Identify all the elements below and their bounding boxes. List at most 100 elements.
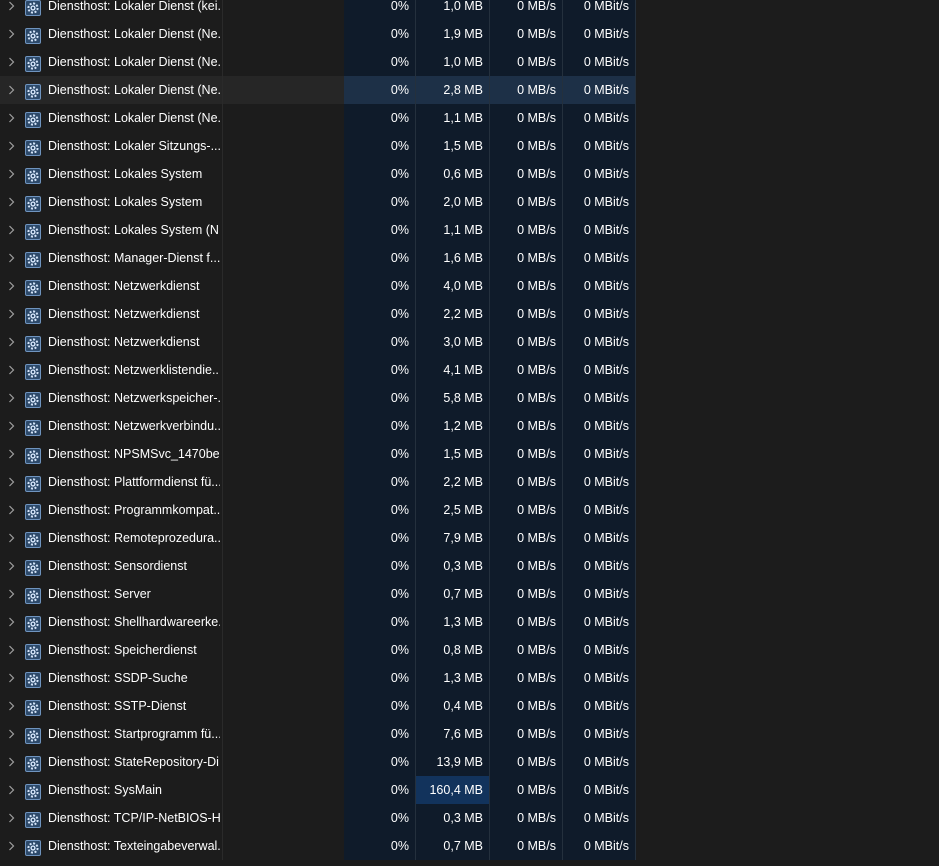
process-list: Diensthost: Lokaler Dienst (kei... 0% 1,… bbox=[0, 0, 939, 860]
memory-cell: 0,3 MB bbox=[416, 804, 490, 832]
process-row[interactable]: Diensthost: Netzwerkdienst 0% 3,0 MB 0 M… bbox=[0, 328, 939, 356]
process-row[interactable]: Diensthost: Netzwerkdienst 0% 4,0 MB 0 M… bbox=[0, 272, 939, 300]
network-cell: 0 MBit/s bbox=[563, 188, 636, 216]
process-row[interactable]: Diensthost: Netzwerkspeicher-... 0% 5,8 … bbox=[0, 384, 939, 412]
chevron-right-icon[interactable] bbox=[7, 468, 17, 496]
disk-cell: 0 MB/s bbox=[490, 524, 563, 552]
chevron-right-icon[interactable] bbox=[7, 580, 17, 608]
process-row[interactable]: Diensthost: Lokales System 0% 0,6 MB 0 M… bbox=[0, 160, 939, 188]
chevron-right-icon[interactable] bbox=[7, 188, 17, 216]
service-gear-icon bbox=[25, 474, 41, 492]
process-row[interactable]: Diensthost: Speicherdienst 0% 0,8 MB 0 M… bbox=[0, 636, 939, 664]
process-row[interactable]: Diensthost: Netzwerklistendie... 0% 4,1 … bbox=[0, 356, 939, 384]
chevron-right-icon[interactable] bbox=[7, 48, 17, 76]
process-row[interactable]: Diensthost: SysMain 0% 160,4 MB 0 MB/s 0… bbox=[0, 776, 939, 804]
process-row[interactable]: Diensthost: Server 0% 0,7 MB 0 MB/s 0 MB… bbox=[0, 580, 939, 608]
network-cell: 0 MBit/s bbox=[563, 552, 636, 580]
process-row[interactable]: Diensthost: Lokaler Dienst (Ne... 0% 1,1… bbox=[0, 104, 939, 132]
memory-cell: 7,6 MB bbox=[416, 720, 490, 748]
chevron-right-icon[interactable] bbox=[7, 244, 17, 272]
process-row[interactable]: Diensthost: NPSMSvc_1470be 0% 1,5 MB 0 M… bbox=[0, 440, 939, 468]
process-row[interactable]: Diensthost: Texteingabeverwal... 0% 0,7 … bbox=[0, 832, 939, 860]
process-row[interactable]: Diensthost: Lokaler Sitzungs-... 0% 1,5 … bbox=[0, 132, 939, 160]
process-name: Diensthost: Speicherdienst bbox=[48, 643, 197, 657]
process-row[interactable]: Diensthost: Plattformdienst fü... 0% 2,2… bbox=[0, 468, 939, 496]
cpu-cell: 0% bbox=[344, 384, 416, 412]
status-cell bbox=[223, 216, 344, 244]
memory-cell: 1,0 MB bbox=[416, 0, 490, 20]
process-row[interactable]: Diensthost: Programmkompat... 0% 2,5 MB … bbox=[0, 496, 939, 524]
process-row[interactable]: Diensthost: StateRepository-Di... 0% 13,… bbox=[0, 748, 939, 776]
network-cell: 0 MBit/s bbox=[563, 300, 636, 328]
disk-cell: 0 MB/s bbox=[490, 160, 563, 188]
chevron-right-icon[interactable] bbox=[7, 776, 17, 804]
chevron-right-icon[interactable] bbox=[7, 636, 17, 664]
process-row[interactable]: Diensthost: TCP/IP-NetBIOS-H... 0% 0,3 M… bbox=[0, 804, 939, 832]
chevron-right-icon[interactable] bbox=[7, 608, 17, 636]
service-gear-icon bbox=[25, 250, 41, 268]
status-cell bbox=[223, 300, 344, 328]
chevron-right-icon[interactable] bbox=[7, 356, 17, 384]
chevron-right-icon[interactable] bbox=[7, 328, 17, 356]
process-row[interactable]: Diensthost: Lokaler Dienst (Ne... 0% 1,0… bbox=[0, 48, 939, 76]
chevron-right-icon[interactable] bbox=[7, 160, 17, 188]
process-name: Diensthost: NPSMSvc_1470be bbox=[48, 447, 220, 461]
chevron-right-icon[interactable] bbox=[7, 104, 17, 132]
process-row[interactable]: Diensthost: Shellhardwareerke... 0% 1,3 … bbox=[0, 608, 939, 636]
process-row[interactable]: Diensthost: Lokales System (N... 0% 1,1 … bbox=[0, 216, 939, 244]
chevron-right-icon[interactable] bbox=[7, 720, 17, 748]
chevron-right-icon[interactable] bbox=[7, 76, 17, 104]
process-row[interactable]: Diensthost: Netzwerkverbindu... 0% 1,2 M… bbox=[0, 412, 939, 440]
chevron-right-icon[interactable] bbox=[7, 440, 17, 468]
process-row[interactable]: Diensthost: SSDP-Suche 0% 1,3 MB 0 MB/s … bbox=[0, 664, 939, 692]
chevron-right-icon[interactable] bbox=[7, 524, 17, 552]
disk-cell: 0 MB/s bbox=[490, 132, 563, 160]
process-row[interactable]: Diensthost: Netzwerkdienst 0% 2,2 MB 0 M… bbox=[0, 300, 939, 328]
chevron-right-icon[interactable] bbox=[7, 692, 17, 720]
chevron-right-icon[interactable] bbox=[7, 20, 17, 48]
cpu-cell: 0% bbox=[344, 524, 416, 552]
chevron-right-icon[interactable] bbox=[7, 496, 17, 524]
disk-cell: 0 MB/s bbox=[490, 496, 563, 524]
name-cell: Diensthost: Lokaler Dienst (Ne... bbox=[0, 48, 223, 76]
process-row[interactable]: Diensthost: Lokaler Dienst (Ne... 0% 2,8… bbox=[0, 76, 939, 104]
status-cell bbox=[223, 76, 344, 104]
chevron-right-icon[interactable] bbox=[7, 300, 17, 328]
process-row[interactable]: Diensthost: Lokaler Dienst (kei... 0% 1,… bbox=[0, 0, 939, 20]
memory-cell: 3,0 MB bbox=[416, 328, 490, 356]
process-row[interactable]: Diensthost: Remoteprozedura... 0% 7,9 MB… bbox=[0, 524, 939, 552]
chevron-right-icon[interactable] bbox=[7, 132, 17, 160]
cpu-cell: 0% bbox=[344, 552, 416, 580]
service-gear-icon bbox=[25, 586, 41, 604]
chevron-right-icon[interactable] bbox=[7, 384, 17, 412]
service-gear-icon bbox=[25, 54, 41, 72]
chevron-right-icon[interactable] bbox=[7, 748, 17, 776]
process-row[interactable]: Diensthost: Startprogramm fü... 0% 7,6 M… bbox=[0, 720, 939, 748]
memory-cell: 1,2 MB bbox=[416, 412, 490, 440]
status-cell bbox=[223, 272, 344, 300]
process-row[interactable]: Diensthost: SSTP-Dienst 0% 0,4 MB 0 MB/s… bbox=[0, 692, 939, 720]
chevron-right-icon[interactable] bbox=[7, 804, 17, 832]
process-row[interactable]: Diensthost: Lokales System 0% 2,0 MB 0 M… bbox=[0, 188, 939, 216]
cpu-cell: 0% bbox=[344, 356, 416, 384]
chevron-right-icon[interactable] bbox=[7, 832, 17, 860]
chevron-right-icon[interactable] bbox=[7, 664, 17, 692]
service-gear-icon bbox=[25, 754, 41, 772]
network-cell: 0 MBit/s bbox=[563, 272, 636, 300]
status-cell bbox=[223, 244, 344, 272]
name-cell: Diensthost: Texteingabeverwal... bbox=[0, 832, 223, 860]
process-row[interactable]: Diensthost: Sensordienst 0% 0,3 MB 0 MB/… bbox=[0, 552, 939, 580]
chevron-right-icon[interactable] bbox=[7, 216, 17, 244]
cpu-cell: 0% bbox=[344, 188, 416, 216]
memory-cell: 2,8 MB bbox=[416, 76, 490, 104]
chevron-right-icon[interactable] bbox=[7, 0, 17, 20]
chevron-right-icon[interactable] bbox=[7, 552, 17, 580]
memory-cell: 0,8 MB bbox=[416, 636, 490, 664]
process-row[interactable]: Diensthost: Manager-Dienst f... 0% 1,6 M… bbox=[0, 244, 939, 272]
service-gear-icon bbox=[25, 306, 41, 324]
network-cell: 0 MBit/s bbox=[563, 48, 636, 76]
chevron-right-icon[interactable] bbox=[7, 412, 17, 440]
chevron-right-icon[interactable] bbox=[7, 272, 17, 300]
process-row[interactable]: Diensthost: Lokaler Dienst (Ne... 0% 1,9… bbox=[0, 20, 939, 48]
disk-cell: 0 MB/s bbox=[490, 608, 563, 636]
